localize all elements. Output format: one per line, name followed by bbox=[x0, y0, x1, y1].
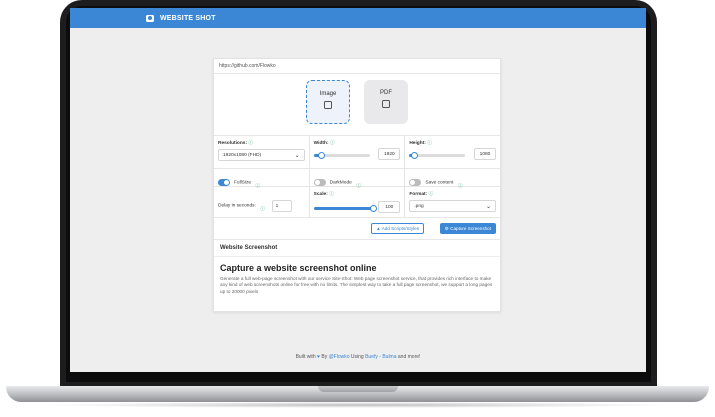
darkmode-toggle[interactable] bbox=[313, 179, 326, 187]
options-row: Delay in seconds: ⓘ 1 Scale: ⓘ 100 Forma… bbox=[214, 187, 500, 218]
dimensions-row: Resolutions: ⓘ 1920x1080 (FHD) ⌄ Width: … bbox=[214, 136, 500, 169]
app-header: WEBSITE SHOT bbox=[70, 8, 646, 28]
info-icon: ⓘ bbox=[260, 207, 266, 212]
info-icon: ⓘ bbox=[329, 192, 334, 197]
footer-author-link[interactable]: @Flowko bbox=[329, 354, 350, 360]
height-label: Height: ⓘ bbox=[409, 141, 433, 146]
chevron-down-icon: ⌄ bbox=[294, 153, 300, 159]
width-slider[interactable] bbox=[313, 152, 370, 159]
laptop-base-notch bbox=[318, 386, 398, 392]
footer-stack-link[interactable]: Buefy - Bulma bbox=[365, 354, 396, 360]
info-icon: ⓘ bbox=[427, 141, 433, 146]
format-value: .png bbox=[414, 204, 424, 209]
page-footer: Built with ♥ By @Flowko Using Buefy - Bu… bbox=[70, 354, 646, 360]
resolution-label: Resolutions: ⓘ bbox=[218, 141, 254, 146]
scale-field: Scale: ⓘ 100 bbox=[310, 187, 406, 217]
height-slider[interactable] bbox=[409, 152, 466, 159]
footer-and-more: and more! bbox=[397, 354, 421, 360]
height-field: Height: ⓘ 1080 bbox=[405, 136, 500, 168]
resolution-select[interactable]: 1920x1080 (FHD) ⌄ bbox=[218, 149, 305, 161]
width-field: Width: ⓘ 1920 bbox=[310, 136, 406, 168]
fullsize-label: FullSize bbox=[234, 180, 252, 186]
chevron-down-icon: ⌄ bbox=[485, 204, 492, 210]
savecontent-toggle-field: Save content ⓘ bbox=[405, 169, 500, 189]
screenshot-form-card: https://github.com/Flowko Image PDF Reso… bbox=[213, 58, 501, 312]
url-input[interactable]: https://github.com/Flowko bbox=[214, 59, 500, 74]
add-scripts-button[interactable]: ▲ Add Scripts/Styles bbox=[371, 223, 424, 234]
browser-screen: WEBSITE SHOT https://github.com/Flowko I… bbox=[70, 8, 646, 372]
delay-input[interactable]: 1 bbox=[271, 199, 292, 212]
heart-icon: ♥ bbox=[317, 354, 320, 360]
type-image-option[interactable]: Image bbox=[306, 80, 350, 124]
resolution-value: 1920x1080 (FHD) bbox=[223, 153, 262, 158]
scale-slider[interactable] bbox=[313, 205, 377, 212]
section-description: Generate a full web-page screenshot with… bbox=[220, 276, 493, 294]
fullsize-toggle-field: FullSize ⓘ bbox=[214, 169, 310, 189]
width-input[interactable]: 1920 bbox=[378, 148, 401, 160]
laptop-mockup: WEBSITE SHOT https://github.com/Flowko I… bbox=[0, 0, 715, 417]
type-pdf-option[interactable]: PDF bbox=[364, 80, 408, 124]
footer-by: By bbox=[321, 354, 328, 360]
scale-input[interactable]: 100 bbox=[378, 201, 401, 213]
delay-field: Delay in seconds: ⓘ 1 bbox=[214, 187, 310, 217]
capture-screenshot-button[interactable]: ⚙ Capture Screenshot bbox=[439, 223, 496, 234]
savecontent-label: Save content bbox=[425, 180, 454, 186]
camera-icon bbox=[146, 14, 154, 22]
footer-using: Using bbox=[350, 354, 364, 360]
section-title: Capture a website screenshot online bbox=[220, 263, 377, 273]
savecontent-toggle[interactable] bbox=[409, 179, 422, 187]
resolution-field: Resolutions: ⓘ 1920x1080 (FHD) ⌄ bbox=[214, 136, 310, 168]
toggles-row: FullSize ⓘ DarkMode ⓘ Save content ⓘ bbox=[214, 169, 500, 189]
format-select[interactable]: .png ⌄ bbox=[409, 200, 497, 212]
format-field: Format: ⓘ .png ⌄ bbox=[405, 187, 500, 217]
height-input[interactable]: 1080 bbox=[474, 148, 497, 160]
fullsize-toggle[interactable] bbox=[218, 179, 230, 187]
laptop-shadow bbox=[40, 402, 675, 408]
darkmode-toggle-field: DarkMode ⓘ bbox=[310, 169, 406, 189]
info-icon: ⓘ bbox=[428, 192, 434, 197]
footer-built-with: Built with bbox=[295, 354, 316, 360]
actions-row: ▲ Add Scripts/Styles ⚙ Capture Screensho… bbox=[214, 218, 500, 240]
image-icon bbox=[324, 101, 332, 109]
info-icon: ⓘ bbox=[248, 141, 254, 146]
output-type-selector: Image PDF bbox=[214, 74, 500, 136]
format-label: Format: ⓘ bbox=[409, 192, 434, 197]
info-icon: ⓘ bbox=[329, 141, 335, 146]
scale-label: Scale: ⓘ bbox=[313, 192, 334, 197]
section-heading: Website Screenshot bbox=[214, 240, 500, 257]
type-pdf-label: PDF bbox=[380, 90, 392, 96]
app-title[interactable]: WEBSITE SHOT bbox=[160, 15, 216, 22]
width-label: Width: ⓘ bbox=[313, 141, 335, 146]
delay-label: Delay in seconds: bbox=[218, 203, 256, 209]
document-icon bbox=[382, 100, 390, 108]
darkmode-label: DarkMode bbox=[329, 180, 352, 186]
type-image-label: Image bbox=[319, 91, 337, 97]
